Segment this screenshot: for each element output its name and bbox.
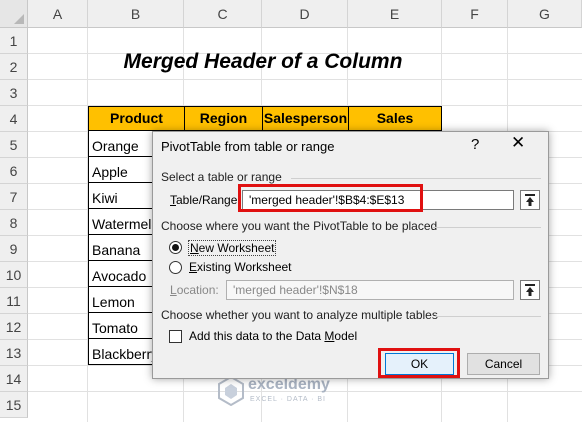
existing-worksheet-radio[interactable] <box>169 261 182 274</box>
new-worksheet-label[interactable]: New Worksheet <box>188 240 277 256</box>
exceldemy-logo-icon <box>218 375 244 407</box>
column-header-b[interactable]: B <box>88 0 184 28</box>
gridline <box>28 79 582 80</box>
section-multiple-tables: Choose whether you want to analyze multi… <box>161 308 438 322</box>
header-cell-salesperson[interactable]: Salesperson <box>262 106 349 131</box>
row-header-6[interactable]: 6 <box>0 158 28 184</box>
collapse-range-icon[interactable] <box>520 190 540 210</box>
section-placement: Choose where you want the PivotTable to … <box>161 219 438 233</box>
section-divider <box>291 178 541 179</box>
row-header-11[interactable]: 11 <box>0 288 28 314</box>
column-header-f[interactable]: F <box>442 0 508 28</box>
existing-worksheet-label[interactable]: Existing Worksheet <box>189 260 292 274</box>
close-icon[interactable]: ✕ <box>511 133 525 153</box>
select-all-corner[interactable] <box>0 0 28 28</box>
row-header-10[interactable]: 10 <box>0 262 28 288</box>
row-header-1[interactable]: 1 <box>0 28 28 54</box>
section-select-range: Select a table or range <box>161 170 282 184</box>
column-header-c[interactable]: C <box>184 0 262 28</box>
sheet-title: Merged Header of a Column <box>123 50 403 73</box>
column-header-e[interactable]: E <box>348 0 442 28</box>
row-header-15[interactable]: 15 <box>0 392 28 418</box>
data-model-checkbox[interactable] <box>169 330 182 343</box>
section-divider <box>433 227 541 228</box>
header-cell-sales[interactable]: Sales <box>348 106 442 131</box>
row-header-7[interactable]: 7 <box>0 184 28 210</box>
arrow-up-icon <box>525 284 535 296</box>
column-header-g[interactable]: G <box>508 0 582 28</box>
exceldemy-watermark: exceldemy EXCEL · DATA · BI <box>218 375 330 411</box>
row-header-9[interactable]: 9 <box>0 236 28 262</box>
row-header-4[interactable]: 4 <box>0 106 28 132</box>
row-header-13[interactable]: 13 <box>0 340 28 366</box>
row-header-12[interactable]: 12 <box>0 314 28 340</box>
column-header-a[interactable]: A <box>28 0 88 28</box>
location-input[interactable]: 'merged header'!$N$18 <box>226 280 514 300</box>
table-range-label: Table/Range: <box>170 193 241 207</box>
header-cell-region[interactable]: Region <box>184 106 263 131</box>
collapse-location-icon[interactable] <box>520 280 540 300</box>
location-label: Location: <box>170 283 219 297</box>
help-button[interactable]: ? <box>471 136 479 153</box>
section-divider <box>435 316 541 317</box>
row-header-5[interactable]: 5 <box>0 132 28 158</box>
watermark-tagline: EXCEL · DATA · BI <box>250 396 326 403</box>
column-header-d[interactable]: D <box>262 0 348 28</box>
dialog-title: PivotTable from table or range <box>161 139 335 154</box>
arrow-up-icon <box>525 194 535 206</box>
row-header-14[interactable]: 14 <box>0 366 28 392</box>
new-worksheet-radio[interactable] <box>169 241 182 254</box>
data-model-label[interactable]: Add this data to the Data Model <box>189 329 357 343</box>
row-header-8[interactable]: 8 <box>0 210 28 236</box>
pivottable-dialog: PivotTable from table or range ? ✕ Selec… <box>152 131 549 379</box>
table-range-input[interactable]: 'merged header'!$B$4:$E$13 <box>242 190 514 210</box>
header-cell-product[interactable]: Product <box>88 106 185 131</box>
ok-button[interactable]: OK <box>385 353 454 375</box>
row-header-2[interactable]: 2 <box>0 54 28 80</box>
cancel-button[interactable]: Cancel <box>467 353 540 375</box>
row-header-3[interactable]: 3 <box>0 80 28 106</box>
